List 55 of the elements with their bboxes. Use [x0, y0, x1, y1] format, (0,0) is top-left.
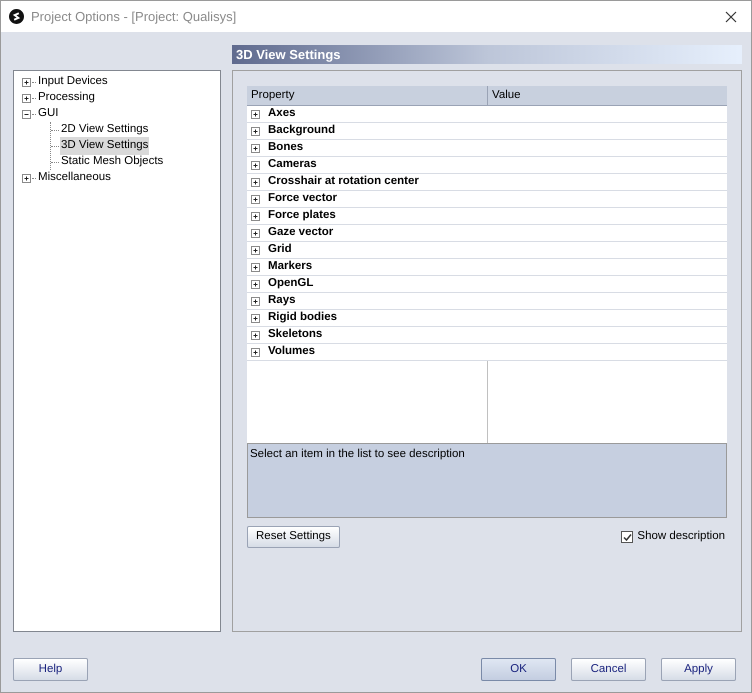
- expand-icon[interactable]: [251, 246, 260, 254]
- column-header[interactable]: Property: [247, 86, 488, 105]
- property-category[interactable]: OpenGL: [268, 275, 314, 293]
- property-category[interactable]: Rigid bodies: [268, 309, 337, 327]
- expand-icon[interactable]: [251, 178, 260, 186]
- expand-icon[interactable]: [251, 212, 260, 220]
- reset-settings-button[interactable]: Reset Settings: [247, 526, 340, 548]
- property-category[interactable]: Markers: [268, 258, 312, 276]
- property-category[interactable]: Force plates: [268, 207, 336, 225]
- property-category[interactable]: Rays: [268, 292, 296, 310]
- expand-icon[interactable]: [22, 174, 31, 182]
- property-category[interactable]: Skeletons: [268, 326, 322, 344]
- column-header[interactable]: Value: [488, 86, 727, 105]
- collapse-icon[interactable]: [22, 110, 31, 118]
- dialog-button[interactable]: Apply: [661, 658, 736, 681]
- tree-item[interactable]: Input Devices: [37, 73, 109, 91]
- expand-icon[interactable]: [251, 144, 260, 152]
- expand-icon[interactable]: [251, 228, 260, 238]
- show-description-checkbox[interactable]: [621, 531, 634, 543]
- property-category[interactable]: Crosshair at rotation center: [268, 173, 419, 191]
- property-category[interactable]: Grid: [268, 241, 292, 259]
- expand-icon[interactable]: [251, 280, 260, 288]
- expand-icon[interactable]: [251, 110, 260, 118]
- expand-icon[interactable]: [22, 78, 31, 86]
- expand-icon[interactable]: [251, 296, 260, 306]
- close-icon[interactable]: [725, 10, 737, 22]
- expand-icon[interactable]: [251, 348, 260, 356]
- property-category[interactable]: Bones: [268, 139, 304, 157]
- expand-icon[interactable]: [22, 94, 31, 102]
- property-category[interactable]: Background: [268, 122, 336, 140]
- tree-item[interactable]: Static Mesh Objects: [60, 153, 164, 171]
- show-description-label: Show description: [637, 529, 725, 544]
- property-category[interactable]: Axes: [268, 105, 296, 123]
- window-title: Project Options - [Project: Qualisys]: [31, 8, 236, 26]
- expand-icon[interactable]: [251, 262, 260, 272]
- logo-icon: [9, 9, 24, 24]
- expand-icon[interactable]: [251, 194, 260, 204]
- tree-item[interactable]: Miscellaneous: [37, 169, 112, 187]
- property-category[interactable]: Force vector: [268, 190, 338, 208]
- dialog-button[interactable]: OK: [481, 658, 556, 681]
- expand-icon[interactable]: [251, 330, 260, 340]
- page-title-bar: 3D View Settings: [232, 45, 742, 64]
- expand-icon[interactable]: [251, 126, 260, 136]
- tree-item[interactable]: GUI: [37, 105, 60, 123]
- property-category[interactable]: Gaze vector: [268, 224, 334, 242]
- expand-icon[interactable]: [251, 314, 260, 322]
- tree-item[interactable]: Processing: [37, 89, 96, 107]
- property-category[interactable]: Cameras: [268, 156, 317, 174]
- property-category[interactable]: Volumes: [268, 343, 316, 361]
- dialog-button[interactable]: Help: [13, 658, 88, 681]
- tree-item[interactable]: 3D View Settings: [60, 137, 150, 155]
- description-text: Select an item in the list to see description: [247, 443, 727, 518]
- tree-item[interactable]: 2D View Settings: [60, 121, 150, 139]
- expand-icon[interactable]: [251, 160, 260, 170]
- dialog-button[interactable]: Cancel: [571, 658, 646, 681]
